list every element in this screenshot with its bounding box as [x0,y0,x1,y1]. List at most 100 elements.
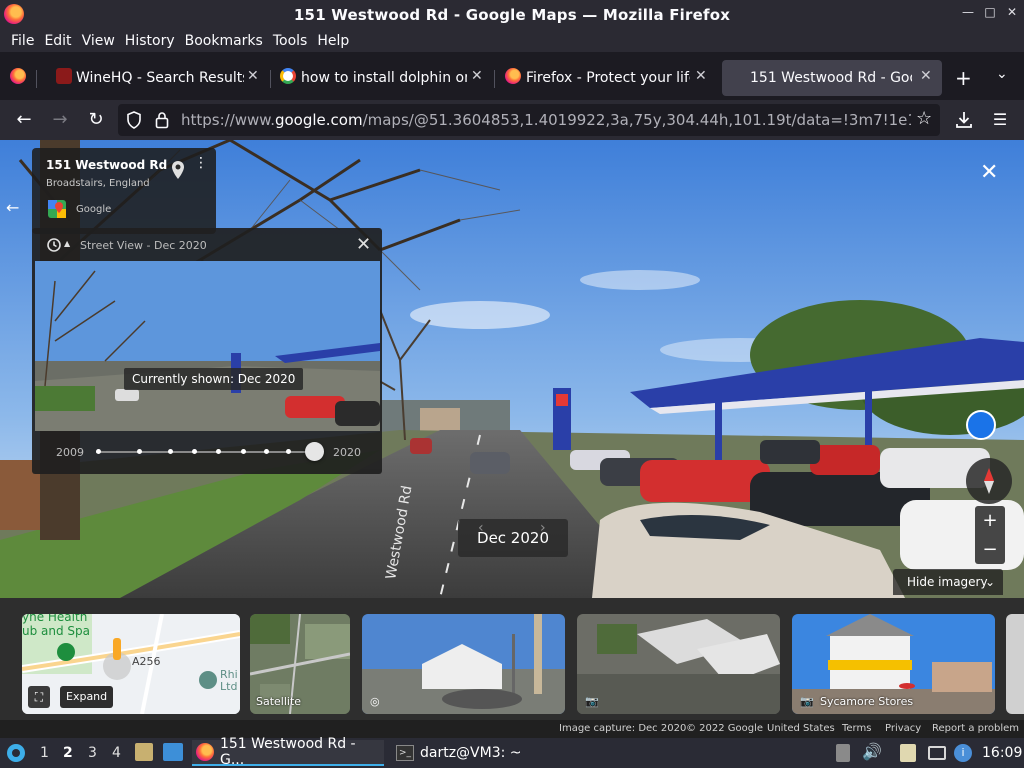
tab-firefox[interactable]: Firefox - Protect your life [526,60,690,96]
camera-icon: 📷 [585,695,599,708]
place-card[interactable]: 151 Westwood Rd Broadstairs, England Goo… [32,148,216,234]
tracking-protection-shield-icon[interactable] [126,111,142,129]
country-link[interactable]: United States [767,723,835,734]
tab-label: WineHQ - Search Results [76,70,244,86]
slider-stop[interactable] [168,449,173,454]
expand-icon[interactable]: ⛶ [28,686,50,708]
show-desktop-icon[interactable] [163,743,183,761]
tab-winehq[interactable]: WineHQ - Search Results [76,60,244,96]
slider-stop[interactable] [216,449,221,454]
slider-stop[interactable] [241,449,246,454]
file-manager-icon[interactable] [135,743,153,761]
year-end: 2020 [333,446,361,459]
taskbar: 1 2 3 4 151 Westwood Rd - G... >_ dartz@… [0,736,1024,768]
menu-file[interactable]: File [6,33,39,49]
menu-history[interactable]: History [120,33,180,49]
window-title: 151 Westwood Rd - Google Maps — Mozilla … [293,6,731,24]
display-icon[interactable] [928,746,946,760]
compass-icon[interactable] [966,458,1012,504]
bookmark-star-icon[interactable]: ☆ [916,108,932,129]
satellite-card[interactable]: Satellite [250,614,350,714]
list-all-tabs-icon[interactable]: ⌄ [996,66,1008,82]
tab-dolphin[interactable]: how to install dolphin on [301,60,467,96]
workspace-4[interactable]: 4 [112,745,121,761]
map-label-ltd: Rhi Ltd [220,668,238,693]
firefox-view-icon[interactable] [10,68,26,84]
firefox-logo-icon [4,4,24,24]
year-slider-handle[interactable] [305,442,324,461]
close-street-view-icon[interactable]: ✕ [980,160,998,185]
app-launcher-icon[interactable] [6,742,26,764]
close-window-icon[interactable]: ✕ [1006,6,1018,18]
more-options-icon[interactable]: ⋮ [194,156,208,180]
place-name: 151 Westwood Rd [46,158,168,172]
caret-up-icon[interactable]: ▲ [64,239,70,248]
workspace-2[interactable]: 2 [63,745,73,761]
firefox-icon [196,743,214,761]
map-card[interactable]: yne Health ub and Spa A256 Rhi Ltd ⛶ Exp… [22,614,240,714]
close-time-panel-icon[interactable]: ✕ [356,234,371,255]
photo-card-360[interactable]: ◎ [362,614,565,714]
slider-stop[interactable] [96,449,101,454]
location-pin-icon[interactable] [170,160,186,180]
street-view-content[interactable]: Westwood Rd 151 Westwood Rd Broadstairs,… [0,140,1024,598]
report-problem-link[interactable]: Report a problem [932,723,1019,734]
url-prefix: https://www. [181,111,275,129]
workspace-1[interactable]: 1 [40,745,49,761]
expand-tooltip: Expand [60,686,114,708]
url-path: /maps/@51.3604853,1.4019922,3a,75y,304.4… [362,111,911,129]
slider-stop[interactable] [192,449,197,454]
url-text[interactable]: https://www.google.com/maps/@51.3604853,… [181,111,911,129]
new-tab-icon[interactable]: + [955,66,972,90]
zoom-out-icon[interactable]: − [975,535,1005,564]
url-bar[interactable]: https://www.google.com/maps/@51.3604853,… [118,104,940,136]
menu-help[interactable]: Help [312,33,354,49]
imagery-strip: yne Health ub and Spa A256 Rhi Ltd ⛶ Exp… [0,598,1024,738]
clipboard-icon[interactable] [900,744,916,762]
reload-icon[interactable]: ↻ [84,108,108,132]
slider-stop[interactable] [264,449,269,454]
tab-close-icon[interactable]: ✕ [247,69,259,83]
minimize-icon[interactable]: — [962,6,974,18]
tray-up-icon[interactable] [836,744,850,762]
tab-close-icon[interactable]: ✕ [471,69,483,83]
app-menu-icon[interactable]: ☰ [988,108,1012,132]
tab-close-icon[interactable]: ✕ [920,69,932,83]
historical-imagery-preview [35,261,380,431]
terms-link[interactable]: Terms [842,723,871,734]
hide-imagery-button[interactable]: Hide imagery ⌄ [893,569,1003,595]
workspace-3[interactable]: 3 [88,745,97,761]
forward-icon[interactable]: → [48,108,72,132]
notifications-icon[interactable]: i [954,744,972,762]
photo-card-aerial[interactable]: 📷 [577,614,780,714]
hide-imagery-label: Hide imagery [907,575,988,589]
next-arrow-icon[interactable]: › [540,509,546,547]
taskbar-firefox[interactable]: 151 Westwood Rd - G... [192,736,384,768]
back-icon[interactable]: ← [12,108,36,132]
maximize-icon[interactable]: □ [984,6,996,18]
menu-bookmarks[interactable]: Bookmarks [180,33,268,49]
lock-icon[interactable] [155,111,169,129]
copyright: © 2022 Google [686,723,764,734]
privacy-link[interactable]: Privacy [885,723,921,734]
back-to-map-icon[interactable]: ← [6,198,19,217]
tab-close-icon[interactable]: ✕ [695,69,707,83]
taskbar-terminal[interactable]: >_ dartz@VM3: ~ [392,740,582,766]
year-slider-track[interactable] [96,451,316,453]
photo-card-partial[interactable] [1006,614,1024,714]
menu-edit[interactable]: Edit [39,33,76,49]
pegman-icon[interactable] [966,410,996,440]
slider-stop[interactable] [286,449,291,454]
zoom-in-icon[interactable]: + [975,506,1005,535]
history-clock-icon[interactable] [46,237,62,253]
downloads-icon[interactable] [955,110,973,130]
firefox-icon [505,68,521,84]
menu-tools[interactable]: Tools [268,33,313,49]
tab-google-maps[interactable]: 151 Westwood Rd - Goog [722,60,942,96]
volume-icon[interactable]: 🔊 [862,742,882,761]
navigation-bar: ← → ↻ https://www.google.com/maps/@51.36… [0,100,1024,140]
menu-view[interactable]: View [77,33,120,49]
photo-card-sycamore[interactable]: 📷 Sycamore Stores [792,614,995,714]
slider-stop[interactable] [137,449,142,454]
prev-arrow-icon[interactable]: ‹ [478,509,484,547]
